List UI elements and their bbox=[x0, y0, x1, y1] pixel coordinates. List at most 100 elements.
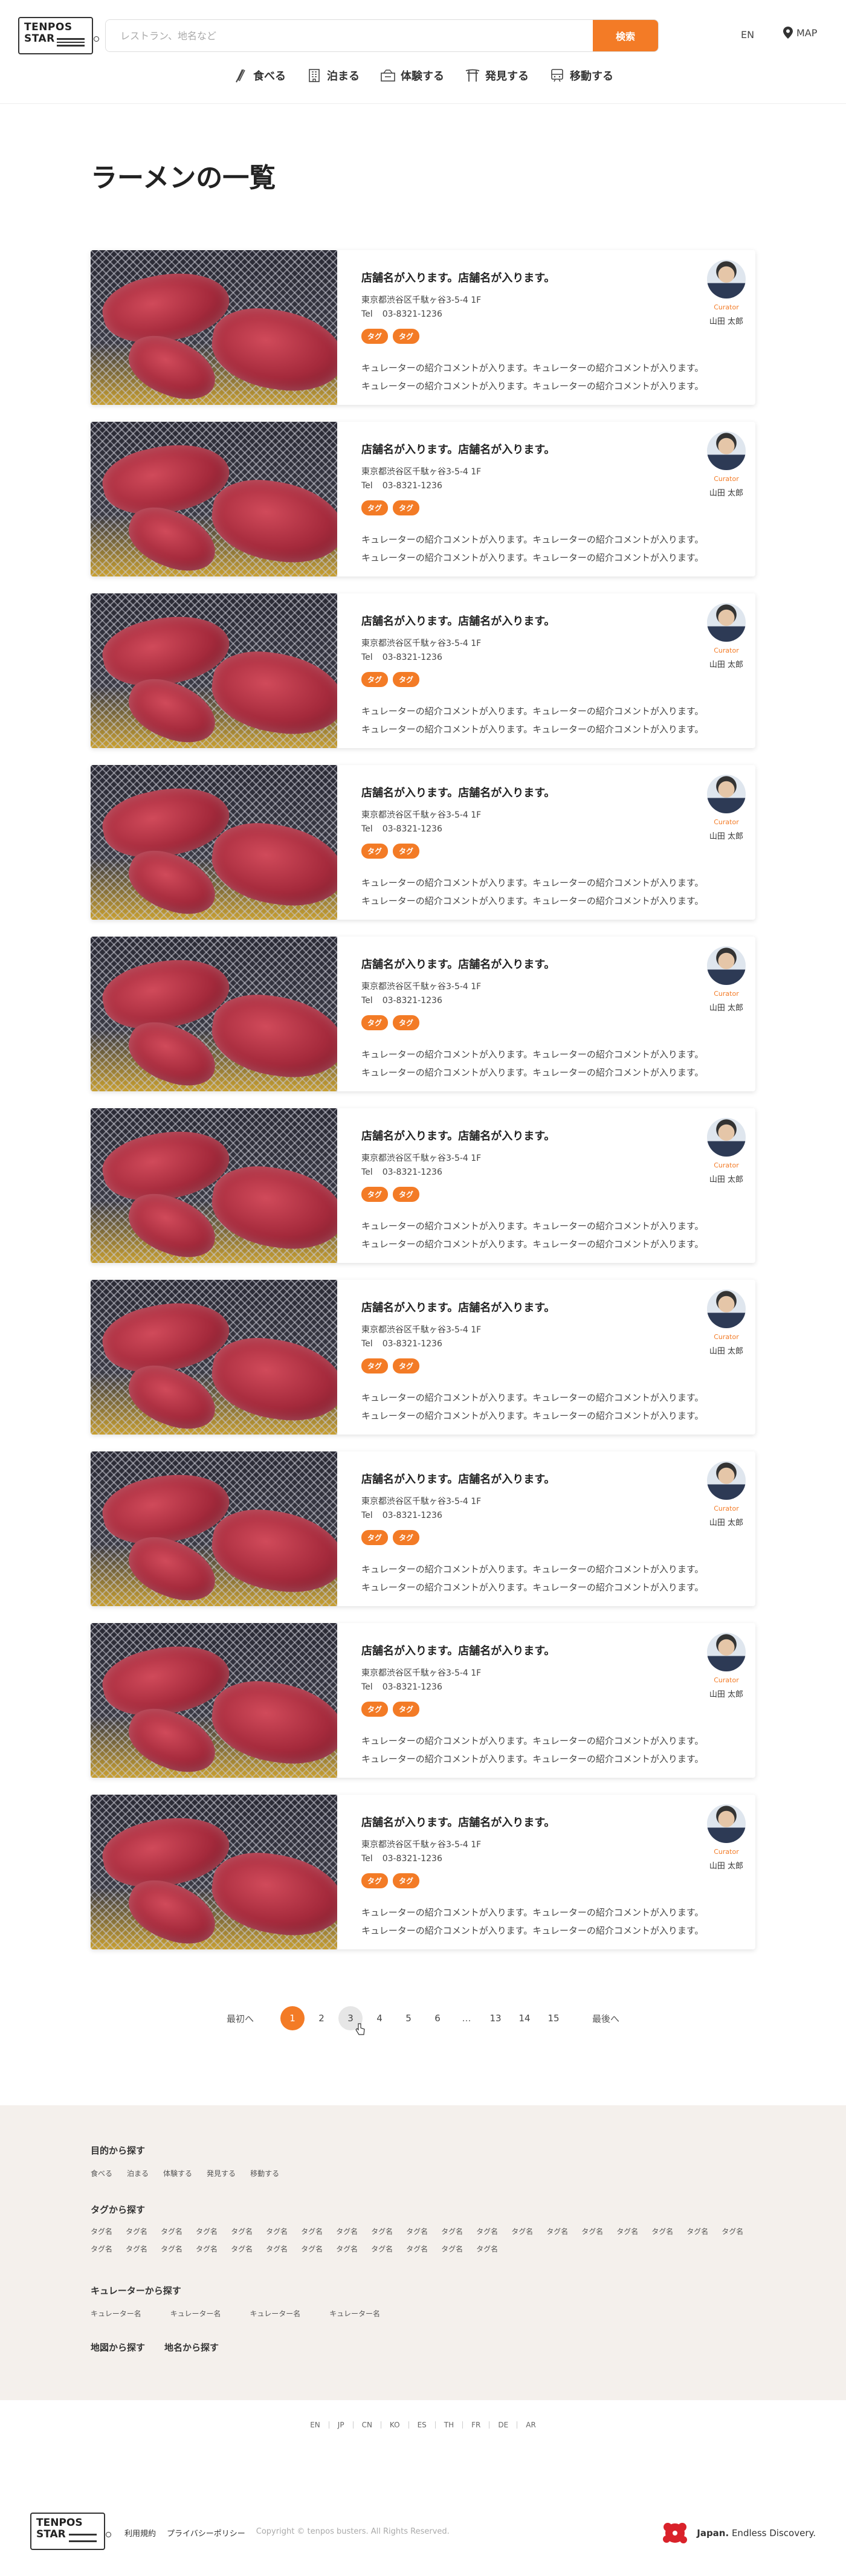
footer-tag-link[interactable]: タグ名 bbox=[476, 2226, 498, 2236]
map-link[interactable]: MAP bbox=[783, 27, 817, 39]
footer-tag-link[interactable]: タグ名 bbox=[336, 2226, 358, 2236]
footer-tag-link[interactable]: タグ名 bbox=[581, 2226, 603, 2236]
footer-tag-link[interactable]: タグ名 bbox=[266, 2226, 288, 2236]
footer-tag-link[interactable]: タグ名 bbox=[126, 2226, 147, 2236]
tag-badge[interactable]: タグ bbox=[361, 1015, 389, 1030]
shop-card[interactable]: 店舗名が入ります。店舗名が入ります。 東京都渋谷区千駄ヶ谷3-5-4 1F Te… bbox=[91, 1280, 755, 1435]
footer-tag-link[interactable]: タグ名 bbox=[91, 2226, 112, 2236]
language-link[interactable]: EN bbox=[302, 2421, 329, 2429]
curator-profile[interactable]: Curator 山田 太郎 bbox=[707, 1290, 746, 1356]
shop-name[interactable]: 店舗名が入ります。店舗名が入ります。 bbox=[361, 441, 555, 457]
curator-profile[interactable]: Curator 山田 太郎 bbox=[707, 603, 746, 670]
language-switch[interactable]: EN bbox=[741, 29, 754, 40]
tag-badge[interactable]: タグ bbox=[393, 1015, 420, 1030]
page-15[interactable]: 15 bbox=[541, 2006, 566, 2030]
tag-badge[interactable]: タグ bbox=[361, 672, 389, 687]
page-6[interactable]: 6 bbox=[425, 2006, 450, 2030]
footer-link[interactable]: 食べる bbox=[91, 2168, 112, 2178]
page-1[interactable]: 1 bbox=[280, 2006, 305, 2030]
footer-tag-link[interactable]: タグ名 bbox=[546, 2226, 568, 2236]
footer-tag-link[interactable]: タグ名 bbox=[371, 2244, 393, 2254]
nav-item-move[interactable]: 移動する bbox=[549, 68, 613, 83]
page-4[interactable]: 4 bbox=[367, 2006, 392, 2030]
shop-card[interactable]: 店舗名が入ります。店舗名が入ります。 東京都渋谷区千駄ヶ谷3-5-4 1F Te… bbox=[91, 1795, 755, 1949]
footer-link[interactable]: 移動する bbox=[250, 2168, 279, 2178]
language-link[interactable]: DE bbox=[489, 2421, 517, 2429]
footer-tag-link[interactable]: タグ名 bbox=[126, 2244, 147, 2254]
map-search-link[interactable]: 地図から探す bbox=[91, 2341, 145, 2354]
language-link[interactable]: ES bbox=[409, 2421, 435, 2429]
shop-name[interactable]: 店舗名が入ります。店舗名が入ります。 bbox=[361, 956, 555, 972]
tag-badge[interactable]: タグ bbox=[361, 1530, 389, 1545]
footer-tag-link[interactable]: タグ名 bbox=[616, 2226, 638, 2236]
shop-name[interactable]: 店舗名が入ります。店舗名が入ります。 bbox=[361, 270, 555, 285]
footer-tag-link[interactable]: タグ名 bbox=[686, 2226, 708, 2236]
tag-badge[interactable]: タグ bbox=[393, 1530, 420, 1545]
footer-tag-link[interactable]: タグ名 bbox=[511, 2226, 533, 2236]
footer-tag-link[interactable]: タグ名 bbox=[406, 2226, 428, 2236]
footer-tag-link[interactable]: タグ名 bbox=[476, 2244, 498, 2254]
footer-tag-link[interactable]: タグ名 bbox=[722, 2226, 743, 2236]
page-13[interactable]: 13 bbox=[483, 2006, 508, 2030]
tag-badge[interactable]: タグ bbox=[361, 844, 389, 859]
tag-badge[interactable]: タグ bbox=[361, 329, 389, 344]
tag-badge[interactable]: タグ bbox=[393, 844, 420, 859]
nav-item-eat[interactable]: 食べる bbox=[233, 68, 286, 83]
footer-tag-link[interactable]: タグ名 bbox=[301, 2226, 323, 2236]
language-link[interactable]: FR bbox=[463, 2421, 489, 2429]
curator-profile[interactable]: Curator 山田 太郎 bbox=[707, 431, 746, 498]
shop-name[interactable]: 店舗名が入ります。店舗名が入ります。 bbox=[361, 1299, 555, 1315]
language-link[interactable]: JP bbox=[329, 2421, 353, 2429]
footer-curator-link[interactable]: キュレーター名 bbox=[170, 2308, 221, 2319]
tag-badge[interactable]: タグ bbox=[361, 1187, 389, 1202]
footer-link[interactable]: 発見する bbox=[207, 2168, 236, 2178]
shop-card[interactable]: 店舗名が入ります。店舗名が入ります。 東京都渋谷区千駄ヶ谷3-5-4 1F Te… bbox=[91, 422, 755, 576]
shop-name[interactable]: 店舗名が入ります。店舗名が入ります。 bbox=[361, 1471, 555, 1487]
curator-profile[interactable]: Curator 山田 太郎 bbox=[707, 775, 746, 841]
pagination-first[interactable]: 最初へ bbox=[227, 2012, 254, 2025]
language-link[interactable]: AR bbox=[517, 2421, 544, 2429]
footer-link[interactable]: 体験する bbox=[163, 2168, 192, 2178]
curator-profile[interactable]: Curator 山田 太郎 bbox=[707, 1804, 746, 1871]
curator-profile[interactable]: Curator 山田 太郎 bbox=[707, 946, 746, 1013]
tag-badge[interactable]: タグ bbox=[393, 1358, 420, 1374]
page-2[interactable]: 2 bbox=[309, 2006, 334, 2030]
tag-badge[interactable]: タグ bbox=[361, 1702, 389, 1717]
language-link[interactable]: KO bbox=[381, 2421, 408, 2429]
site-logo[interactable]: TENPOS STAR bbox=[18, 17, 99, 54]
shop-card[interactable]: 店舗名が入ります。店舗名が入ります。 東京都渋谷区千駄ヶ谷3-5-4 1F Te… bbox=[91, 1451, 755, 1606]
footer-tag-link[interactable]: タグ名 bbox=[161, 2244, 182, 2254]
footer-tag-link[interactable]: タグ名 bbox=[336, 2244, 358, 2254]
terms-link[interactable]: 利用規約 bbox=[124, 2527, 156, 2539]
shop-name[interactable]: 店舗名が入ります。店舗名が入ります。 bbox=[361, 1128, 555, 1143]
shop-card[interactable]: 店舗名が入ります。店舗名が入ります。 東京都渋谷区千駄ヶ谷3-5-4 1F Te… bbox=[91, 1623, 755, 1778]
footer-tag-link[interactable]: タグ名 bbox=[301, 2244, 323, 2254]
footer-tag-link[interactable]: タグ名 bbox=[441, 2226, 463, 2236]
page-14[interactable]: 14 bbox=[512, 2006, 537, 2030]
footer-tag-link[interactable]: タグ名 bbox=[231, 2244, 253, 2254]
curator-profile[interactable]: Curator 山田 太郎 bbox=[707, 1461, 746, 1528]
tag-badge[interactable]: タグ bbox=[361, 1873, 389, 1888]
footer-tag-link[interactable]: タグ名 bbox=[196, 2244, 218, 2254]
footer-tag-link[interactable]: タグ名 bbox=[651, 2226, 673, 2236]
footer-curator-link[interactable]: キュレーター名 bbox=[329, 2308, 380, 2319]
search-button[interactable]: 検索 bbox=[593, 20, 658, 51]
place-search-link[interactable]: 地名から探す bbox=[164, 2341, 219, 2354]
tag-badge[interactable]: タグ bbox=[361, 1358, 389, 1374]
privacy-link[interactable]: プライバシーポリシー bbox=[167, 2527, 245, 2539]
footer-logo[interactable]: TENPOS STAR bbox=[30, 2513, 111, 2550]
shop-card[interactable]: 店舗名が入ります。店舗名が入ります。 東京都渋谷区千駄ヶ谷3-5-4 1F Te… bbox=[91, 937, 755, 1091]
nav-item-stay[interactable]: 泊まる bbox=[306, 68, 360, 83]
tag-badge[interactable]: タグ bbox=[361, 500, 389, 515]
curator-profile[interactable]: Curator 山田 太郎 bbox=[707, 1633, 746, 1699]
shop-name[interactable]: 店舗名が入ります。店舗名が入ります。 bbox=[361, 784, 555, 800]
shop-name[interactable]: 店舗名が入ります。店舗名が入ります。 bbox=[361, 613, 555, 628]
language-link[interactable]: CN bbox=[354, 2421, 381, 2429]
footer-tag-link[interactable]: タグ名 bbox=[231, 2226, 253, 2236]
page-5[interactable]: 5 bbox=[396, 2006, 421, 2030]
search-input[interactable] bbox=[106, 20, 593, 51]
footer-tag-link[interactable]: タグ名 bbox=[266, 2244, 288, 2254]
footer-curator-link[interactable]: キュレーター名 bbox=[91, 2308, 141, 2319]
tag-badge[interactable]: タグ bbox=[393, 500, 420, 515]
tag-badge[interactable]: タグ bbox=[393, 672, 420, 687]
